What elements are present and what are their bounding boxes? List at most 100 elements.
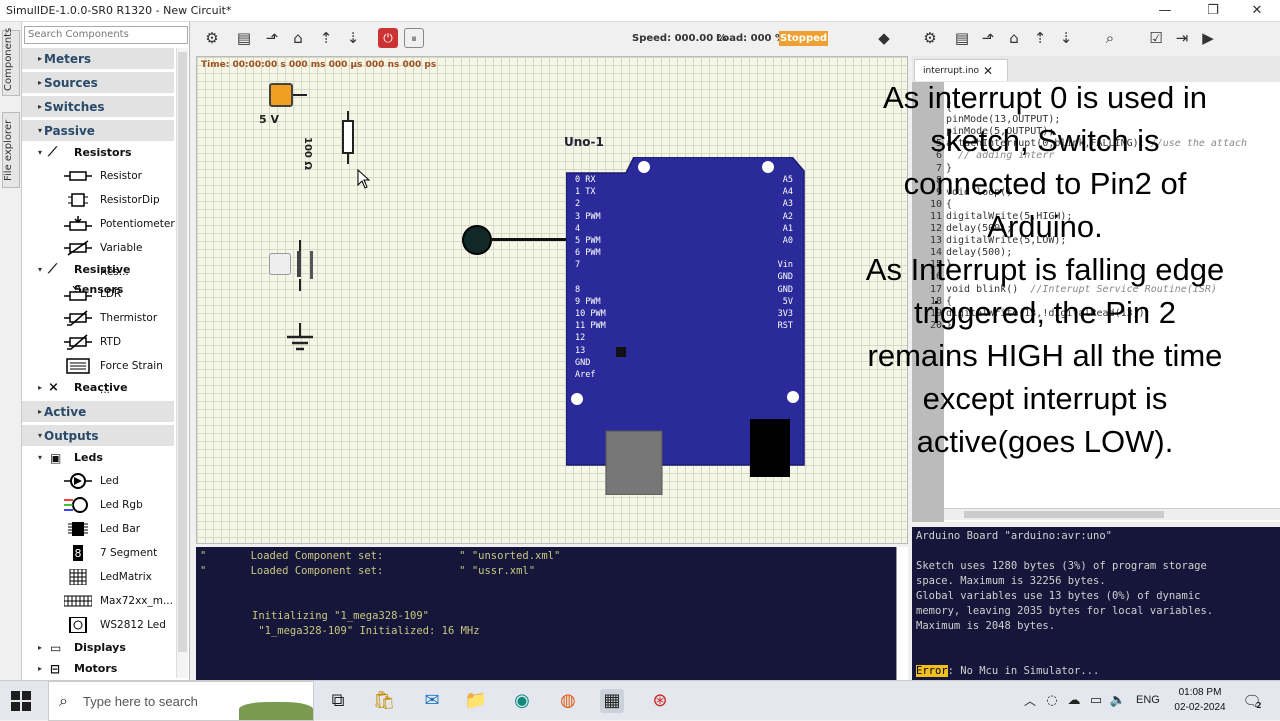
pin-icon[interactable]: ◆ [874,28,894,48]
windows-start-icon[interactable] [10,690,32,712]
subcat-leds[interactable]: ▾ ▣ Leds [22,448,174,468]
save-file-icon[interactable]: ⇡ [1030,28,1050,48]
minimize-button[interactable]: — [1142,0,1188,22]
wire[interactable] [492,238,568,241]
output-console: " Loaded Component set: " "unsorted.xml"… [196,547,908,680]
category-sources[interactable]: ▸ Sources [22,72,174,94]
list-item-led-rgb[interactable]: Led Rgb [22,493,174,517]
simulide-icon[interactable]: ▦ [600,689,624,713]
annotation-line: except interrupt is [922,381,1168,416]
switch-contact [297,251,301,277]
list-item-max72xx[interactable]: Max72xx_m... [22,589,174,613]
pin-label: 4 [575,223,581,234]
chevron-right-icon: ▸ [38,78,43,87]
ground-icon[interactable] [285,323,315,355]
list-item-ldr[interactable]: LDR [22,282,174,306]
source-label: 5 V [259,113,279,126]
console-scrollbar[interactable] [896,547,908,680]
console-line: " Loaded Component set: " "ussr.xml" [200,565,536,577]
pause-icon[interactable]: ⏸ [404,28,424,48]
category-passive[interactable]: ▾ Passive [22,120,174,142]
store-icon[interactable]: 🛍 [372,689,396,713]
task-view-icon[interactable]: ⧉ [326,689,350,713]
list-item-ledmatrix[interactable]: LedMatrix [22,565,174,589]
list-item-potentiometer[interactable]: Potentiometer [22,212,175,236]
category-meters[interactable]: ▸ Meters [22,48,174,70]
item-label: RTD [100,336,122,348]
tab-file-explorer[interactable]: File explorer [2,112,20,188]
power-icon[interactable]: ⏻ [378,28,398,48]
close-button[interactable]: ✕ [1234,0,1280,22]
list-item-resistor[interactable]: Resistor [22,164,174,188]
resistor[interactable] [342,120,354,154]
editor-horizontal-scrollbar[interactable] [944,508,1280,520]
system-tray-icon[interactable]: ◌ [1040,689,1064,713]
properties-icon[interactable]: ▤ [952,28,972,48]
rtd-icon [64,334,92,350]
compile-line: space. Maximum is 32256 bytes. [916,575,1106,587]
settings-icon[interactable]: ⚙ [202,28,222,48]
subcat-resistors[interactable]: ▾ ⟋ Resistors [22,143,174,163]
category-outputs[interactable]: ▾ Outputs [22,425,174,447]
tab-components[interactable]: Components [2,28,20,96]
list-item-variable-resistor[interactable]: Variable Res... [22,236,174,278]
open-file-icon[interactable]: ⌂ [1004,28,1024,48]
show-hidden-icons[interactable]: ︿ [1018,689,1042,713]
find-icon[interactable]: ⌕ [1100,28,1120,48]
pin-label: 3 PWM [575,211,601,222]
compile-icon[interactable]: ☑ [1146,28,1166,48]
push-button[interactable] [269,253,291,275]
components-panel: Search Components ▸ Meters ▸ Sources ▸ Swit… [22,22,190,680]
search-components-input[interactable]: Search Components [24,26,188,44]
open-folder-icon[interactable]: ⌂ [288,28,308,48]
voltage-source[interactable] [269,83,293,107]
probe[interactable] [462,225,492,255]
category-switches[interactable]: ▸ Switches [22,96,174,118]
scrollbar-thumb[interactable] [178,52,187,652]
category-active[interactable]: ▸ Active [22,401,174,423]
components-scrollbar[interactable] [176,48,188,678]
language-indicator[interactable]: ENG [1136,694,1160,706]
save-as-icon[interactable]: ⇣ [343,28,363,48]
settings-icon[interactable]: ⚙ [920,28,940,48]
file-explorer-icon[interactable]: 📁 [464,689,488,713]
arduino-ide-icon[interactable]: ⊛ [648,689,672,713]
list-item-force-strain[interactable]: Force Strain ... [22,354,174,396]
item-label: 7 Segment [100,547,158,559]
list-item-thermistor[interactable]: Thermistor [22,306,174,330]
subcat-displays[interactable]: ▸ ▭ Displays [22,638,174,658]
debug-icon[interactable]: ▶ [1198,28,1218,48]
subcat-motors[interactable]: ▸ ⊟ Motors [22,659,174,679]
upload-icon[interactable]: ⇥ [1172,28,1192,48]
edge-icon[interactable]: ◉ [510,689,534,713]
taskbar-search-input[interactable]: ⌕ Type here to search [48,681,314,721]
clock[interactable]: 01:08 PM 02-02-2024 [1165,685,1235,715]
subcat-resistive-sensors[interactable]: ▾ ⟋ Resistive Sensors [22,260,174,296]
circuit-canvas[interactable]: Time: 00:00:00 s 000 ms 000 µs 000 ns 00… [196,56,908,544]
network-icon[interactable]: ☁ [1062,689,1086,713]
category-label: Outputs [44,429,99,443]
pin-label: GND [575,357,591,368]
new-circuit-icon[interactable]: ⬏ [262,28,282,48]
maximize-button[interactable]: ❐ [1190,0,1236,22]
list-item-led-bar[interactable]: Led Bar [22,517,174,541]
volume-icon[interactable]: 🔈 [1106,689,1130,713]
new-file-icon[interactable]: ⬏ [978,28,998,48]
list-item-ws2812[interactable]: WS2812 Led [22,613,174,637]
battery-icon[interactable]: ▭ [1084,689,1108,713]
firefox-icon[interactable]: ◍ [556,689,580,713]
scrollbar-thumb[interactable] [964,511,1164,518]
mail-icon[interactable]: ✉ [420,689,444,713]
save-icon[interactable]: ⇡ [316,28,336,48]
list-item-7-segment[interactable]: 8 7 Segment [22,541,174,565]
chevron-right-icon: ▸ [38,102,43,111]
subcat-reactive[interactable]: ▸ ⨯ Reactive [22,378,174,398]
list-item-rtd[interactable]: RTD [22,330,174,354]
list-item-resistordip[interactable]: ResistorDip [22,188,174,212]
save-as-icon[interactable]: ⇣ [1056,28,1076,48]
display-group-icon: ▭ [50,641,62,655]
ldr-icon [64,286,92,301]
list-item-led[interactable]: Led [22,469,174,493]
circuit-properties-icon[interactable]: ▤ [234,28,254,48]
category-label: Switches [44,100,105,114]
